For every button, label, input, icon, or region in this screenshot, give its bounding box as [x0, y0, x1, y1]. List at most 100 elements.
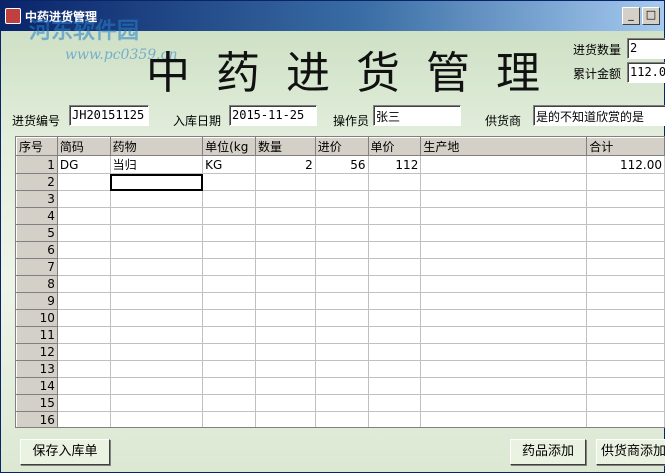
table-cell[interactable]: [109, 343, 204, 361]
table-cell[interactable]: [420, 207, 588, 225]
table-cell[interactable]: [586, 292, 665, 310]
table-cell[interactable]: [367, 190, 422, 208]
table-cell[interactable]: [255, 309, 316, 327]
table-cell[interactable]: [314, 343, 369, 361]
column-header[interactable]: 序号: [16, 137, 58, 156]
table-cell[interactable]: [56, 326, 111, 344]
table-cell[interactable]: [420, 275, 588, 293]
purchase-table[interactable]: 序号 简码 药物 单位(kg 数量 进价 单价 生产地 合计 1 DG 当归 KG 2 56 112 112.…: [15, 136, 665, 428]
table-cell[interactable]: [56, 377, 111, 395]
table-row[interactable]: 5: [16, 224, 665, 242]
table-cell[interactable]: [420, 241, 588, 259]
table-cell[interactable]: [586, 394, 665, 412]
table-cell[interactable]: [586, 258, 665, 276]
table-cell[interactable]: [420, 326, 588, 344]
table-cell[interactable]: [367, 173, 422, 191]
table-cell[interactable]: [109, 411, 204, 427]
table-cell[interactable]: [202, 241, 257, 259]
table-cell[interactable]: [586, 377, 665, 395]
table-row[interactable]: 10: [16, 309, 665, 327]
table-cell[interactable]: [202, 207, 257, 225]
table-cell[interactable]: [314, 326, 369, 344]
table-cell[interactable]: [202, 360, 257, 378]
table-row[interactable]: 7: [16, 258, 665, 276]
table-cell[interactable]: [202, 309, 257, 327]
table-cell[interactable]: [367, 241, 422, 259]
table-cell[interactable]: [109, 241, 204, 259]
minimize-button[interactable]: _: [622, 7, 640, 25]
table-cell[interactable]: [109, 394, 204, 412]
table-cell[interactable]: [367, 309, 422, 327]
table-cell[interactable]: [255, 241, 316, 259]
column-header[interactable]: 合计: [586, 137, 665, 156]
table-cell[interactable]: [255, 190, 316, 208]
table-cell[interactable]: [367, 343, 422, 361]
table-cell[interactable]: 112: [367, 155, 422, 174]
table-cell[interactable]: [420, 411, 588, 427]
table-cell[interactable]: [314, 309, 369, 327]
table-cell[interactable]: [367, 360, 422, 378]
column-header[interactable]: 数量: [255, 137, 316, 156]
table-cell[interactable]: [56, 292, 111, 310]
table-cell[interactable]: [314, 241, 369, 259]
column-header[interactable]: 生产地: [420, 137, 588, 156]
table-cell[interactable]: [56, 173, 111, 191]
table-cell[interactable]: [367, 292, 422, 310]
table-cell[interactable]: [56, 207, 111, 225]
table-cell[interactable]: DG: [56, 155, 111, 174]
table-cell[interactable]: [255, 411, 316, 427]
table-cell[interactable]: 当归: [109, 155, 204, 174]
table-cell[interactable]: [586, 343, 665, 361]
table-cell[interactable]: [586, 190, 665, 208]
table-cell[interactable]: [420, 292, 588, 310]
table-row[interactable]: 13: [16, 360, 665, 378]
table-row[interactable]: 3: [16, 190, 665, 208]
table-cell[interactable]: [586, 411, 665, 427]
table-cell[interactable]: [255, 292, 316, 310]
table-cell[interactable]: [109, 190, 204, 208]
table-cell[interactable]: [314, 224, 369, 242]
table-cell[interactable]: [314, 275, 369, 293]
supplier-select[interactable]: 是的不知道欣赏的是: [533, 105, 665, 126]
table-cell[interactable]: [367, 207, 422, 225]
table-cell[interactable]: [109, 258, 204, 276]
column-header[interactable]: 简码: [56, 137, 111, 156]
table-cell[interactable]: [367, 326, 422, 344]
table-row[interactable]: 16: [16, 411, 665, 427]
table-cell[interactable]: [56, 309, 111, 327]
table-cell[interactable]: [255, 326, 316, 344]
table-cell[interactable]: [367, 394, 422, 412]
table-cell[interactable]: [109, 360, 204, 378]
table-cell[interactable]: [586, 224, 665, 242]
table-cell[interactable]: [255, 394, 316, 412]
table-cell[interactable]: [586, 173, 665, 191]
amount-field[interactable]: 112.00: [627, 62, 665, 83]
table-cell[interactable]: [202, 258, 257, 276]
table-cell[interactable]: [56, 258, 111, 276]
table-cell[interactable]: [314, 394, 369, 412]
purchase-grid[interactable]: 序号 简码 药物 单位(kg 数量 进价 单价 生产地 合计 1 DG 当归 KG 2 56 112 112.…: [16, 137, 665, 427]
table-cell[interactable]: [367, 258, 422, 276]
table-cell[interactable]: [420, 190, 588, 208]
table-cell[interactable]: [367, 377, 422, 395]
table-cell[interactable]: [586, 241, 665, 259]
table-cell[interactable]: [314, 207, 369, 225]
qty-field[interactable]: 2: [627, 38, 665, 59]
table-cell[interactable]: [202, 224, 257, 242]
table-row[interactable]: 15: [16, 394, 665, 412]
table-cell[interactable]: [202, 411, 257, 427]
table-cell[interactable]: [314, 377, 369, 395]
table-cell[interactable]: [109, 292, 204, 310]
table-cell[interactable]: [56, 360, 111, 378]
table-row[interactable]: 12: [16, 343, 665, 361]
table-row[interactable]: 9: [16, 292, 665, 310]
table-row[interactable]: 11: [16, 326, 665, 344]
add-supplier-button[interactable]: 供货商添加: [596, 439, 665, 465]
table-cell[interactable]: [255, 224, 316, 242]
table-cell[interactable]: [202, 173, 257, 191]
table-cell[interactable]: KG: [202, 155, 257, 174]
table-cell[interactable]: [420, 258, 588, 276]
column-header[interactable]: 单位(kg: [202, 137, 257, 156]
operator-field[interactable]: 张三: [373, 105, 461, 126]
table-cell[interactable]: [367, 411, 422, 427]
